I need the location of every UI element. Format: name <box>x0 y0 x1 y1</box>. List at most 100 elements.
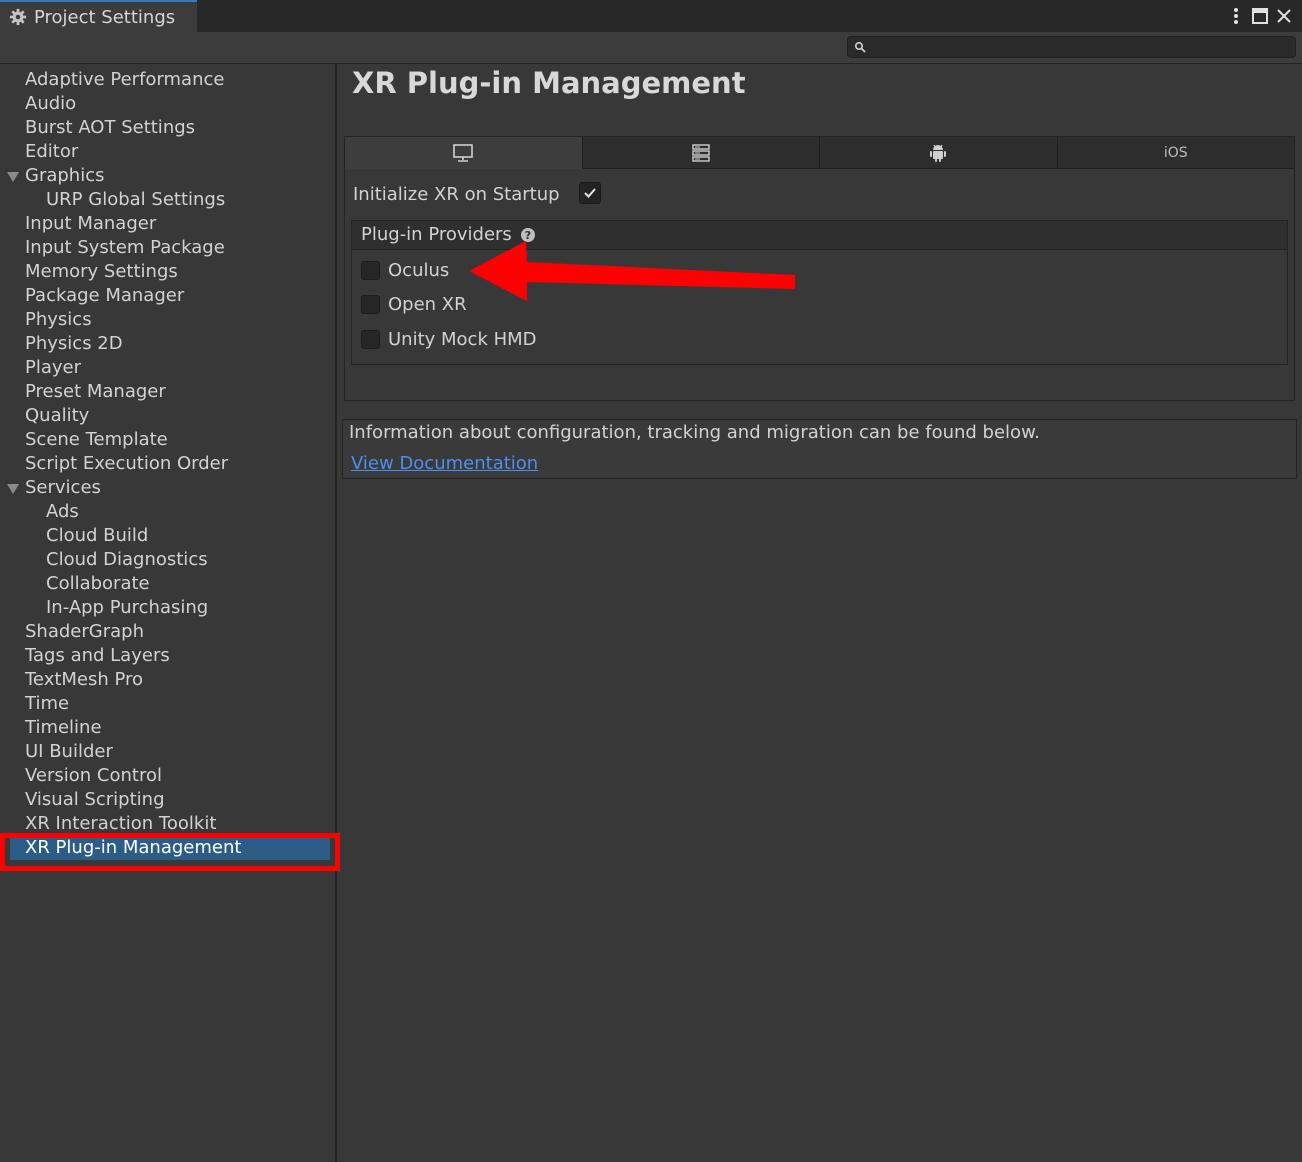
search-field[interactable] <box>847 36 1296 58</box>
tab-android[interactable] <box>820 137 1058 169</box>
tab-standalone[interactable] <box>345 137 583 169</box>
sidebar-item-input-manager[interactable]: Input Manager <box>0 212 335 236</box>
sidebar-item-textmesh-pro[interactable]: TextMesh Pro <box>0 668 335 692</box>
sidebar-item-physics-2d[interactable]: Physics 2D <box>0 332 335 356</box>
settings-sidebar: Adaptive Performance Audio Burst AOT Setti… <box>0 64 337 1162</box>
highlight-box-annotation <box>0 833 340 871</box>
sidebar-item-label: Physics <box>25 309 92 330</box>
sidebar-item-package-manager[interactable]: Package Manager <box>0 284 335 308</box>
tab-ios[interactable]: iOS <box>1057 137 1294 169</box>
info-box: Information about configuration, trackin… <box>342 419 1297 479</box>
platform-tabs: iOS <box>345 137 1294 169</box>
sidebar-item-player[interactable]: Player <box>0 356 335 380</box>
tab-title: Project Settings <box>34 6 176 28</box>
sidebar-item-label: Cloud Diagnostics <box>46 549 208 570</box>
sidebar-item-time[interactable]: Time <box>0 692 335 716</box>
desktop-icon <box>453 143 474 162</box>
sidebar-item-label: URP Global Settings <box>46 189 226 210</box>
tab-server[interactable] <box>582 137 820 169</box>
sidebar-item-label: Preset Manager <box>25 381 166 402</box>
provider-label: Open XR <box>388 294 467 315</box>
init-xr-checkbox[interactable] <box>579 182 601 204</box>
project-settings-tab[interactable]: Project Settings <box>0 0 197 32</box>
sidebar-item-burst-aot-settings[interactable]: Burst AOT Settings <box>0 116 335 140</box>
sidebar-item-editor[interactable]: Editor <box>0 140 335 164</box>
sidebar-item-label: Input Manager <box>25 213 157 234</box>
toolbar <box>0 32 1302 64</box>
sidebar-item-adaptive-performance[interactable]: Adaptive Performance <box>0 68 335 92</box>
sidebar-item-ads[interactable]: Ads <box>0 500 335 524</box>
sidebar-item-in-app-purchasing[interactable]: In-App Purchasing <box>0 596 335 620</box>
sidebar-item-services[interactable]: Services <box>0 476 335 500</box>
provider-label: Oculus <box>388 260 450 281</box>
sidebar-item-tags-and-layers[interactable]: Tags and Layers <box>0 644 335 668</box>
sidebar-item-label: Script Execution Order <box>25 453 229 474</box>
plugin-providers-group: Plug-in Providers ? Oculus Open XR Unity M… <box>351 220 1288 365</box>
foldout-arrow-icon[interactable] <box>7 172 19 182</box>
sidebar-item-label: Package Manager <box>25 285 185 306</box>
view-documentation-link[interactable]: View Documentation <box>351 453 538 474</box>
maximize-button[interactable] <box>1248 4 1272 28</box>
sidebar-item-label: ShaderGraph <box>25 621 144 642</box>
sidebar-item-cloud-build[interactable]: Cloud Build <box>0 524 335 548</box>
provider-checkbox[interactable] <box>361 261 380 280</box>
sidebar-item-ui-builder[interactable]: UI Builder <box>0 740 335 764</box>
provider-checkbox[interactable] <box>361 330 380 349</box>
more-options-button[interactable] <box>1224 4 1248 28</box>
close-icon <box>1277 9 1291 23</box>
android-icon <box>930 144 947 162</box>
sidebar-item-label: Physics 2D <box>25 333 123 354</box>
sidebar-item-collaborate[interactable]: Collaborate <box>0 572 335 596</box>
sidebar-item-label: Time <box>25 693 70 714</box>
platform-settings-panel: iOS Initialize XR on Startup Plug-in Pro… <box>344 136 1295 401</box>
foldout-arrow-icon[interactable] <box>7 484 19 494</box>
search-icon <box>854 41 866 53</box>
sidebar-item-label: Visual Scripting <box>25 789 165 810</box>
sidebar-item-label: TextMesh Pro <box>25 669 144 690</box>
sidebar-item-version-control[interactable]: Version Control <box>0 764 335 788</box>
plugin-providers-header: Plug-in Providers ? <box>352 221 1287 250</box>
page-title: XR Plug-in Management <box>352 66 746 100</box>
sidebar-item-label: Tags and Layers <box>25 645 170 666</box>
sidebar-item-label: Editor <box>25 141 79 162</box>
sidebar-item-input-system-package[interactable]: Input System Package <box>0 236 335 260</box>
sidebar-item-scene-template[interactable]: Scene Template <box>0 428 335 452</box>
sidebar-item-label: Scene Template <box>25 429 168 450</box>
sidebar-item-label: Version Control <box>25 765 162 786</box>
maximize-icon <box>1252 8 1268 24</box>
sidebar-item-label: Timeline <box>25 717 102 738</box>
svg-text:?: ? <box>525 229 531 242</box>
sidebar-item-label: Audio <box>25 93 77 114</box>
sidebar-item-audio[interactable]: Audio <box>0 92 335 116</box>
gear-icon <box>9 8 27 26</box>
sidebar-item-memory-settings[interactable]: Memory Settings <box>0 260 335 284</box>
checkmark-icon <box>584 188 596 198</box>
sidebar-item-label: Ads <box>46 501 79 522</box>
help-icon[interactable]: ? <box>520 227 536 243</box>
title-bar: Project Settings <box>0 0 1302 32</box>
provider-checkbox[interactable] <box>361 295 380 314</box>
vertical-dots-icon <box>1234 8 1238 24</box>
sidebar-item-label: Player <box>25 357 82 378</box>
sidebar-item-label: In-App Purchasing <box>46 597 209 618</box>
window-controls <box>1224 4 1296 28</box>
sidebar-item-label: Graphics <box>25 165 105 186</box>
main-panel: XR Plug-in Management iOS Initialize XR … <box>337 64 1302 1162</box>
sidebar-item-label: Adaptive Performance <box>25 69 225 90</box>
sidebar-item-label: Input System Package <box>25 237 225 258</box>
sidebar-item-label: Cloud Build <box>46 525 149 546</box>
tab-ios-label: iOS <box>1163 144 1188 161</box>
sidebar-item-physics[interactable]: Physics <box>0 308 335 332</box>
sidebar-item-script-execution-order[interactable]: Script Execution Order <box>0 452 335 476</box>
sidebar-item-graphics[interactable]: Graphics <box>0 164 335 188</box>
close-button[interactable] <box>1272 4 1296 28</box>
sidebar-item-visual-scripting[interactable]: Visual Scripting <box>0 788 335 812</box>
sidebar-item-label: Collaborate <box>46 573 150 594</box>
sidebar-item-quality[interactable]: Quality <box>0 404 335 428</box>
sidebar-item-shadergraph[interactable]: ShaderGraph <box>0 620 335 644</box>
sidebar-item-timeline[interactable]: Timeline <box>0 716 335 740</box>
sidebar-item-cloud-diagnostics[interactable]: Cloud Diagnostics <box>0 548 335 572</box>
sidebar-item-label: UI Builder <box>25 741 113 762</box>
sidebar-item-preset-manager[interactable]: Preset Manager <box>0 380 335 404</box>
sidebar-item-urp-global-settings[interactable]: URP Global Settings <box>0 188 335 212</box>
